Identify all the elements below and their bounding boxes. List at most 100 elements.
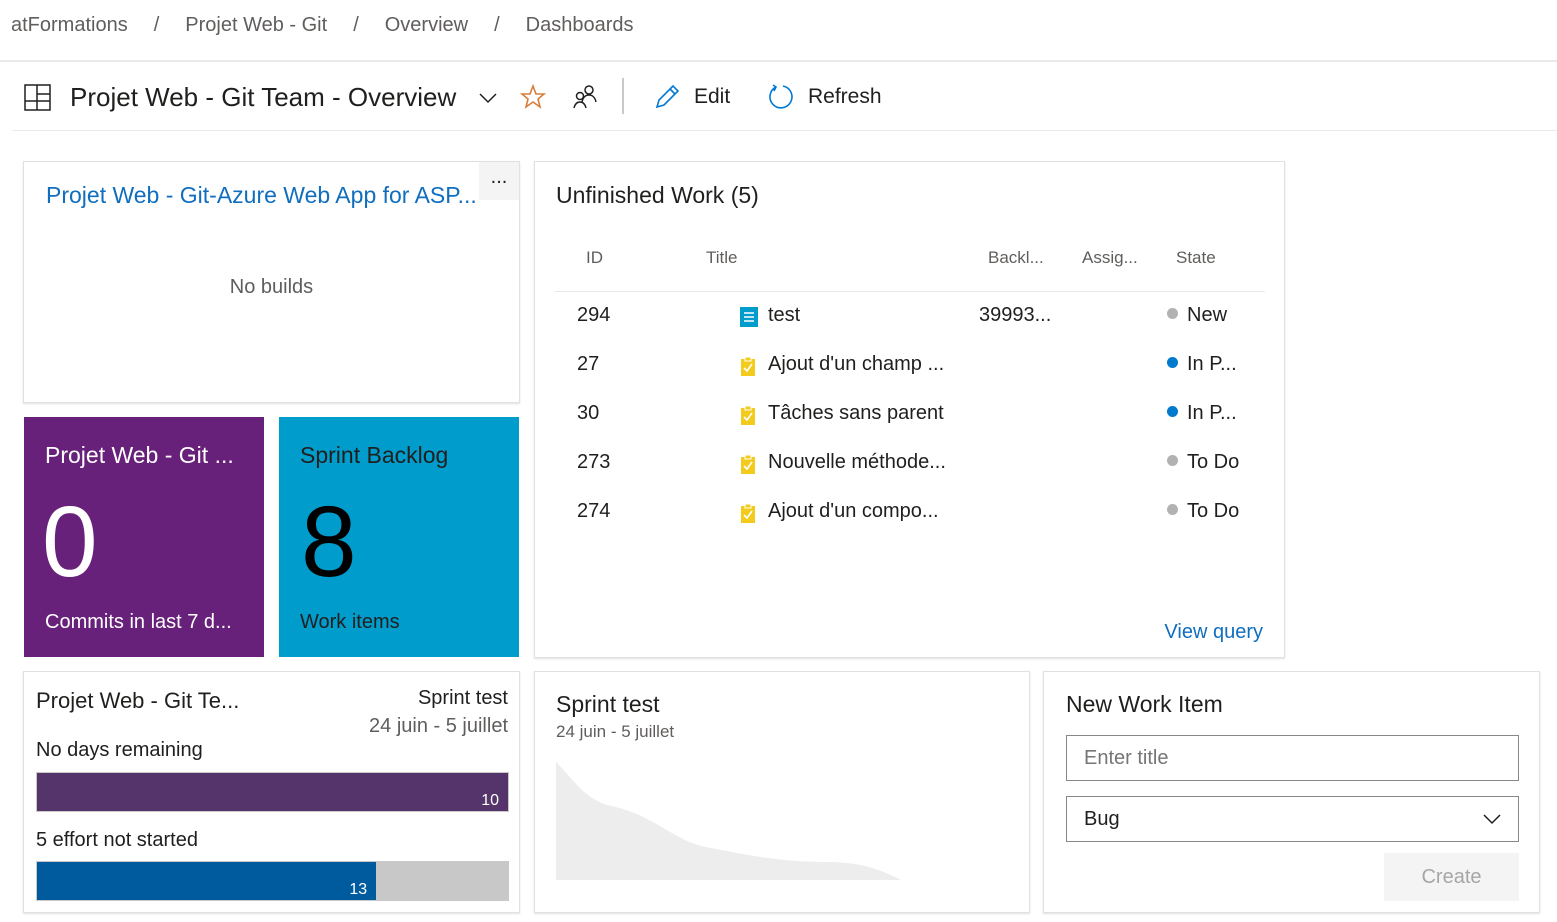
work-item-id: 273	[577, 451, 611, 473]
days-bar-value: 10	[481, 792, 499, 809]
dashboard-icon	[24, 84, 51, 111]
breadcrumb-project[interactable]: Projet Web - Git	[185, 14, 327, 37]
task-icon	[741, 454, 755, 474]
work-item-type-icon	[740, 454, 756, 480]
work-item-id: 294	[577, 304, 611, 326]
backlog-item-icon	[740, 307, 758, 327]
widget-title[interactable]: Unfinished Work (5)	[556, 182, 759, 209]
work-item-title[interactable]: Nouvelle méthode...	[768, 451, 946, 474]
breadcrumb: atFormations / Projet Web - Git / Overview…	[11, 14, 634, 37]
divider	[12, 130, 1557, 131]
chevron-down-icon[interactable]	[479, 92, 497, 104]
create-button[interactable]: Create	[1384, 853, 1519, 901]
task-icon	[741, 503, 755, 523]
chevron-down-icon	[1483, 814, 1501, 825]
team-members-icon[interactable]	[572, 84, 598, 110]
effort-bar-fill: 13	[37, 862, 377, 900]
task-icon	[741, 356, 755, 376]
state-dot-icon	[1167, 357, 1178, 368]
separator: /	[153, 14, 160, 36]
breadcrumb-overview[interactable]: Overview	[385, 14, 468, 37]
state-label: New	[1187, 304, 1228, 326]
tile-value: 8	[301, 486, 357, 598]
refresh-button[interactable]: Refresh	[768, 84, 882, 110]
work-item-type-icon	[740, 405, 756, 431]
sprint-overview-widget: Projet Web - Git Te... Sprint test 24 ju…	[23, 671, 520, 913]
work-item-type-icon	[740, 307, 758, 333]
sprint-dates: 24 juin - 5 juillet	[556, 722, 675, 741]
column-header-backlog[interactable]: Backl...	[988, 248, 1044, 268]
task-icon	[741, 405, 755, 425]
column-header-assigned[interactable]: Assig...	[1082, 248, 1138, 268]
work-item-title[interactable]: Ajout d'un champ ...	[768, 353, 944, 376]
edit-label: Edit	[694, 85, 731, 108]
work-item-type-select[interactable]: Bug	[1066, 796, 1519, 842]
effort-bar: 13	[36, 861, 509, 901]
edit-button[interactable]: Edit	[654, 84, 730, 110]
sprint-backlog-tile[interactable]: Sprint Backlog 8 Work items	[279, 417, 519, 657]
state-label: In P...	[1187, 353, 1237, 375]
divider	[622, 78, 624, 114]
new-work-item-widget: New Work Item Bug Create	[1043, 671, 1540, 913]
state-dot-icon	[1167, 504, 1178, 515]
commits-tile[interactable]: Projet Web - Git ... 0 Commits in last 7…	[24, 417, 264, 657]
favorite-star-icon[interactable]	[520, 84, 546, 110]
work-item-id: 27	[577, 353, 600, 375]
tile-title: Sprint Backlog	[300, 442, 449, 468]
days-remaining-label: No days remaining	[36, 739, 203, 761]
breadcrumb-dashboards[interactable]: Dashboards	[526, 14, 634, 37]
work-item-state: In P...	[1167, 353, 1237, 376]
column-header-title[interactable]: Title	[706, 248, 738, 268]
title-input[interactable]	[1066, 735, 1519, 781]
work-item-title[interactable]: Ajout d'un compo...	[768, 500, 939, 523]
separator: /	[353, 14, 359, 36]
column-header-id[interactable]: ID	[586, 248, 603, 268]
tile-caption: Commits in last 7 d...	[45, 611, 232, 633]
team-name[interactable]: Projet Web - Git Te...	[36, 688, 239, 714]
tile-caption: Work items	[300, 611, 400, 633]
tile-title: Projet Web - Git ...	[45, 442, 234, 468]
divider	[555, 291, 1265, 292]
work-item-state: In P...	[1167, 402, 1237, 425]
sprint-name: Sprint test	[417, 687, 508, 709]
work-item-backlog: 39993...	[979, 304, 1052, 326]
no-builds-text: No builds	[229, 276, 314, 298]
effort-label: 5 effort not started	[36, 829, 198, 851]
refresh-label: Refresh	[808, 85, 882, 108]
work-item-state: To Do	[1167, 451, 1239, 474]
sprint-burndown-widget: Sprint test 24 juin - 5 juillet	[534, 671, 1030, 913]
unfinished-work-widget: Unfinished Work (5) ID Title Backl... As…	[534, 161, 1285, 658]
burndown-chart-placeholder	[556, 762, 901, 880]
sprint-dates: 24 juin - 5 juillet	[369, 715, 508, 737]
breadcrumb-org[interactable]: atFormations	[11, 14, 128, 37]
effort-bar-value: 13	[349, 881, 368, 898]
state-label: In P...	[1187, 402, 1237, 424]
work-item-state: New	[1167, 304, 1227, 327]
widget-title: New Work Item	[1066, 691, 1223, 717]
work-item-title[interactable]: Tâches sans parent	[768, 402, 944, 425]
column-header-state[interactable]: State	[1176, 248, 1216, 268]
state-dot-icon	[1167, 455, 1178, 466]
state-label: To Do	[1187, 500, 1240, 522]
pencil-icon	[655, 84, 680, 109]
work-item-id: 30	[577, 402, 600, 424]
divider	[0, 60, 1557, 62]
refresh-icon	[769, 84, 793, 109]
work-item-id: 274	[577, 500, 611, 522]
more-options-button[interactable]: ...	[479, 162, 519, 200]
work-item-state: To Do	[1167, 500, 1239, 523]
tile-value: 0	[42, 486, 98, 598]
work-item-title[interactable]: test	[768, 304, 800, 327]
widget-title[interactable]: Sprint test	[556, 691, 660, 718]
page-title[interactable]: Projet Web - Git Team - Overview	[70, 82, 456, 113]
work-item-type-icon	[740, 503, 756, 529]
state-dot-icon	[1167, 406, 1178, 417]
build-widget-title[interactable]: Projet Web - Git-Azure Web App for ASP..…	[46, 182, 477, 209]
view-query-link[interactable]: View query	[1164, 621, 1263, 644]
selected-type: Bug	[1084, 808, 1120, 830]
work-item-type-icon	[740, 356, 756, 382]
separator: /	[494, 14, 500, 36]
days-bar: 10	[36, 772, 509, 812]
state-dot-icon	[1167, 308, 1178, 319]
build-widget: Projet Web - Git-Azure Web App for ASP..…	[23, 161, 520, 403]
